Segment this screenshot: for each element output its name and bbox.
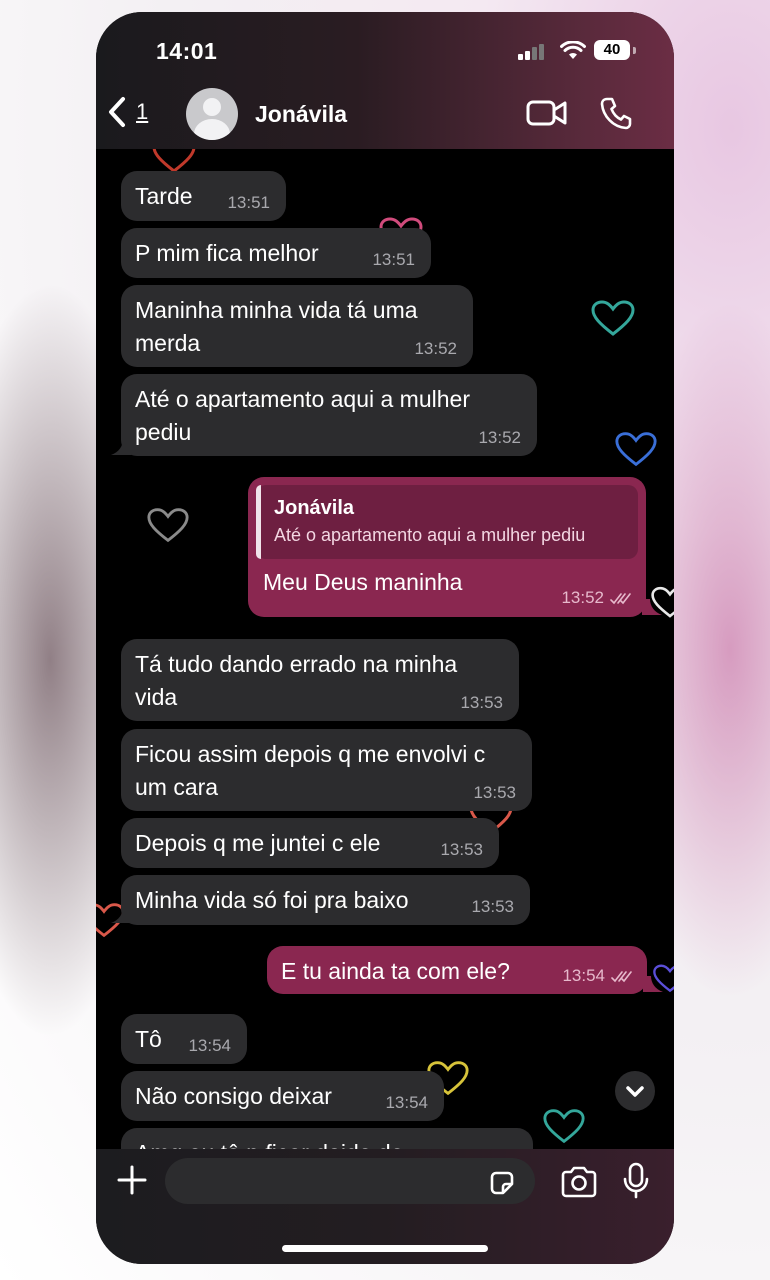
message-bubble-outgoing[interactable]: E tu ainda ta com ele? 13:54: [267, 946, 647, 994]
message-bubble-incoming[interactable]: Minha vida só foi pra baixo 13:53: [121, 875, 530, 925]
message-bubble-incoming[interactable]: Tô 13:54: [121, 1014, 247, 1064]
message-time: 13:53: [473, 783, 516, 802]
quoted-reply[interactable]: Jonávila Até o apartamento aqui a mulher…: [256, 485, 638, 559]
message-text: Amg eu tô p ficar doida da: [135, 1137, 519, 1149]
message-time: 13:52: [561, 588, 632, 608]
message-bubble-incoming[interactable]: Ficou assim depois q me envolvi c um car…: [121, 729, 532, 811]
message-time: 13:52: [414, 339, 457, 358]
message-text: Tá tudo dando errado na minha vida: [135, 651, 458, 710]
message-time: 13:53: [440, 840, 483, 859]
battery-tip: [633, 47, 636, 54]
navigation-bar: 1 Jonávila: [96, 88, 674, 144]
chevron-left-icon: [109, 97, 125, 127]
message-list[interactable]: Tarde 13:51 P mim fica melhor 13:51 Mani…: [96, 149, 674, 1149]
message-time: 13:51: [372, 250, 415, 269]
message-time: 13:53: [460, 693, 503, 712]
message-time: 13:54: [562, 966, 633, 986]
battery-icon: 40: [594, 40, 630, 60]
message-input[interactable]: [165, 1158, 535, 1204]
bubble-tail: [642, 599, 662, 615]
message-bubble-incoming[interactable]: Tá tudo dando errado na minha vida 13:53: [121, 639, 519, 721]
wallpaper-heart-icon: [543, 1109, 585, 1144]
message-bubble-outgoing[interactable]: Jonávila Até o apartamento aqui a mulher…: [248, 477, 646, 617]
phone-screen: 14:01 40 1 Jonávila Tarde 13:51 P mim fi…: [96, 12, 674, 1264]
back-button[interactable]: 1: [108, 96, 148, 128]
message-text: Até o apartamento aqui a mulher pediu: [135, 386, 470, 445]
status-bar: 14:01 40: [96, 38, 674, 68]
message-text: Minha vida só foi pra baixo: [135, 887, 409, 913]
contact-name[interactable]: Jonávila: [255, 101, 347, 128]
contact-avatar[interactable]: [186, 88, 238, 140]
double-check-icon: [610, 592, 631, 604]
unread-count: 1: [136, 99, 149, 124]
bubble-tail: [111, 907, 131, 923]
chat-header: 14:01 40 1 Jonávila: [96, 12, 674, 149]
wallpaper-heart-icon: [147, 508, 189, 543]
quoted-author: Jonávila: [274, 497, 355, 519]
phone-call-icon[interactable]: [600, 96, 632, 130]
plus-icon[interactable]: [116, 1164, 148, 1196]
quoted-text: Até o apartamento aqui a mulher pediu: [274, 525, 586, 545]
wallpaper-heart-icon: [615, 432, 657, 467]
message-time: 13:52: [478, 428, 521, 447]
message-text: Ficou assim depois q me envolvi c um car…: [135, 741, 486, 800]
sticker-icon[interactable]: [488, 1169, 516, 1197]
message-bubble-incoming[interactable]: Não consigo deixar 13:54: [121, 1071, 444, 1121]
message-bubble-incoming[interactable]: P mim fica melhor 13:51: [121, 228, 431, 278]
message-time: 13:51: [227, 193, 270, 212]
wallpaper-heart-icon: [591, 300, 635, 336]
message-bubble-incoming[interactable]: Maninha minha vida tá uma merda 13:52: [121, 285, 473, 367]
message-bubble-incoming[interactable]: Até o apartamento aqui a mulher pediu 13…: [121, 374, 537, 456]
message-text: Maninha minha vida tá uma merda: [135, 297, 418, 356]
message-time: 13:54: [188, 1036, 231, 1055]
message-bubble-incoming[interactable]: Amg eu tô p ficar doida da: [121, 1128, 533, 1149]
video-call-icon[interactable]: [526, 98, 568, 128]
message-time: 13:53: [471, 897, 514, 916]
home-indicator[interactable]: [282, 1245, 488, 1252]
bubble-tail: [111, 439, 131, 455]
chevron-down-icon: [626, 1086, 644, 1097]
scroll-to-bottom-button[interactable]: [615, 1071, 655, 1111]
cellular-signal-icon: [518, 44, 544, 60]
message-bubble-incoming[interactable]: Depois q me juntei c ele 13:53: [121, 818, 499, 868]
status-time: 14:01: [156, 38, 218, 64]
message-text: Depois q me juntei c ele: [135, 830, 381, 856]
microphone-icon[interactable]: [623, 1162, 649, 1200]
bubble-tail: [643, 976, 663, 992]
wifi-icon: [560, 41, 586, 59]
message-bubble-incoming[interactable]: Tarde 13:51: [121, 171, 286, 221]
double-check-icon: [611, 970, 632, 982]
camera-icon[interactable]: [560, 1166, 598, 1198]
message-time: 13:54: [385, 1093, 428, 1112]
